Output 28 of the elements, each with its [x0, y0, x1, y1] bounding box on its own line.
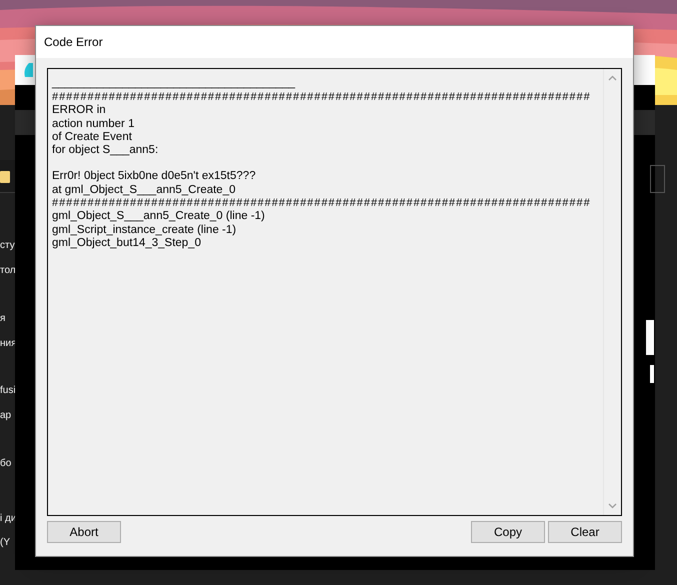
log-line: gml_Object_S___ann5_Create_0 (line -1)	[52, 210, 265, 224]
toolbar-button[interactable]	[650, 165, 665, 193]
separator-line: ############################################################################	[52, 91, 591, 104]
sidebar-item[interactable]: бо	[0, 456, 12, 472]
log-line: Err0r! 0bject 5ixb0ne d0e5n't ex15t5???	[52, 170, 256, 184]
log-line: gml_Object_but14_3_Step_0	[52, 236, 201, 250]
sidebar-item[interactable]: тол	[0, 263, 16, 279]
log-line: gml_Script_instance_create (line -1)	[52, 224, 236, 237]
log-line: at gml_Object_S___ann5_Create_0	[52, 184, 236, 198]
scroll-up-icon[interactable]	[608, 75, 617, 81]
folder-icon	[0, 169, 10, 183]
sidebar-item[interactable]: я	[0, 311, 6, 327]
log-line: of Create Event	[52, 130, 132, 144]
dialog-button[interactable]: Clear	[548, 521, 622, 543]
dialog-button[interactable]: Abort	[47, 521, 121, 543]
sidebar-item[interactable]: ар	[0, 408, 12, 424]
sidebar-item[interactable]: fusi	[0, 383, 16, 399]
separator-line: ############################################################################	[52, 197, 591, 210]
underscore-line: ______________________________________	[52, 77, 296, 90]
log-line: for object S___ann5:	[52, 144, 158, 158]
dialog-button[interactable]: Copy	[471, 521, 545, 543]
sidebar-item[interactable]: сту	[0, 238, 15, 254]
scroll-down-icon[interactable]	[608, 503, 617, 509]
dialog-title: Code Error	[44, 35, 103, 49]
log-line: ERROR in	[52, 104, 106, 118]
logo-icon	[23, 61, 33, 79]
sidebar-item[interactable]: (Y	[0, 535, 10, 551]
log-line: action number 1	[52, 118, 134, 131]
